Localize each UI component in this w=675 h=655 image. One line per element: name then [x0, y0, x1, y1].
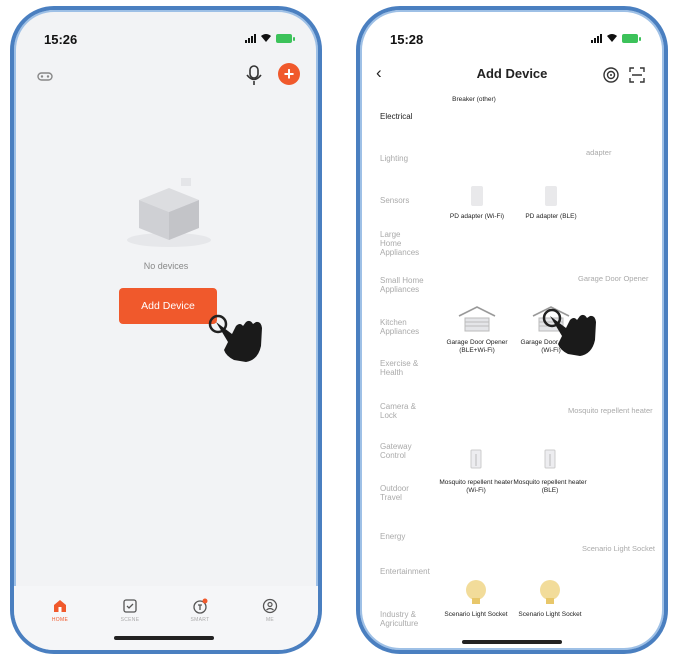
add-icon-button[interactable]: + — [278, 63, 300, 85]
empty-box-illustration — [127, 178, 211, 247]
category-item[interactable]: Small Home Appliances — [380, 276, 426, 294]
section-header-garage: Garage Door Opener — [578, 274, 649, 283]
status-bar-right: 15:28 — [360, 30, 664, 50]
device-item-scenario-1[interactable]: Scenario Light Socket — [438, 578, 514, 619]
category-item[interactable]: Gateway Control — [380, 442, 420, 460]
add-device-button[interactable]: Add Device — [119, 288, 217, 324]
auto-scan-icon[interactable] — [602, 66, 620, 84]
adapter-icon — [545, 186, 557, 206]
device-label: Scenario Light Socket — [444, 611, 508, 618]
category-item[interactable]: Camera & Lock — [380, 402, 420, 420]
phone-add-device-screen: 15:28 ‹ Add Device Electrical Lighting S… — [356, 6, 668, 654]
device-label: Mosquito repellent heater (BLE) — [513, 479, 587, 494]
device-item-garage-ble-wifi[interactable]: Garage Door Opener (BLE+Wi-Fi) — [442, 304, 512, 355]
wifi-icon — [261, 34, 271, 42]
section-header-adapter: adapter — [586, 148, 612, 157]
category-item[interactable]: Lighting — [380, 154, 440, 163]
light-socket-icon — [466, 580, 486, 604]
tab-me[interactable]: ME — [250, 598, 290, 623]
category-item[interactable]: Exercise & Health — [380, 359, 422, 377]
light-socket-icon — [540, 580, 560, 604]
device-label: Scenario Light Socket — [518, 611, 582, 618]
category-item[interactable]: Electrical — [380, 112, 440, 121]
category-item[interactable]: Large Home Appliances — [380, 230, 420, 257]
device-item-breaker[interactable]: Breaker (other) — [444, 96, 504, 104]
status-time-right: 15:28 — [390, 32, 424, 47]
device-label: Breaker (other) — [452, 96, 496, 103]
category-item[interactable]: Sensors — [380, 196, 440, 205]
mosquito-heater-icon — [544, 449, 556, 469]
bottom-tab-bar: HOME SCENE SMART ME — [14, 586, 318, 650]
home-indicator — [462, 640, 562, 644]
status-time: 15:26 — [44, 32, 78, 47]
tab-home-label: HOME — [51, 617, 69, 623]
scene-icon — [123, 599, 137, 613]
device-item-pd-wifi[interactable]: PD adapter (Wi-Fi) — [442, 184, 512, 221]
tab-scene[interactable]: SCENE — [110, 598, 150, 623]
device-label: PD adapter (BLE) — [525, 213, 577, 220]
smart-icon — [193, 598, 208, 614]
battery-icon — [622, 33, 641, 43]
device-item-pd-ble[interactable]: PD adapter (BLE) — [516, 184, 586, 221]
adapter-icon — [471, 186, 483, 206]
device-label: Mosquito repellent heater (Wi-Fi) — [439, 479, 513, 494]
wifi-icon — [607, 34, 617, 42]
phone-home-screen: 15:26 + No devices Add Device HOME SCENE… — [10, 6, 322, 654]
add-device-header: ‹ Add Device — [360, 62, 664, 90]
status-bar: 15:26 — [14, 30, 318, 50]
signal-icon — [591, 33, 602, 43]
home-indicator — [114, 636, 214, 640]
category-item[interactable]: Kitchen Appliances — [380, 318, 426, 336]
tab-smart-label: SMART — [190, 617, 210, 623]
device-label: Garage Door Opener (BLE+Wi-Fi) — [446, 339, 508, 354]
status-icons — [245, 33, 295, 43]
tab-me-label: ME — [265, 617, 275, 623]
battery-icon — [276, 33, 295, 43]
status-icons-right — [591, 33, 641, 43]
tab-smart[interactable]: SMART — [180, 598, 220, 623]
home-topbar: + — [14, 62, 318, 90]
category-item[interactable]: Industry & Agriculture — [380, 610, 426, 628]
qr-scan-icon[interactable] — [628, 66, 646, 84]
category-item[interactable]: Energy — [380, 532, 440, 541]
home-icon — [54, 600, 66, 612]
microphone-icon[interactable] — [244, 64, 264, 86]
tab-home[interactable]: HOME — [40, 598, 80, 623]
device-item-mosquito-wifi[interactable]: Mosquito repellent heater (Wi-Fi) — [438, 446, 514, 495]
device-label: PD adapter (Wi-Fi) — [449, 213, 505, 220]
signal-icon — [245, 33, 256, 43]
garage-door-icon — [458, 306, 496, 332]
home-menu-icon[interactable] — [36, 67, 54, 85]
mosquito-heater-icon — [470, 449, 482, 469]
empty-state-text: No devices — [143, 261, 189, 271]
category-item[interactable]: Entertainment — [380, 567, 430, 576]
section-header-scenario: Scenario Light Socket — [582, 544, 655, 553]
device-item-scenario-2[interactable]: Scenario Light Socket — [512, 578, 588, 619]
tap-hand-icon — [542, 308, 596, 356]
tap-hand-icon — [208, 314, 262, 362]
device-item-mosquito-ble[interactable]: Mosquito repellent heater (BLE) — [512, 446, 588, 495]
device-grid: Breaker (other) adapter PD adapter (Wi-F… — [438, 92, 664, 650]
profile-icon — [262, 598, 278, 614]
category-item[interactable]: Outdoor Travel — [380, 484, 420, 502]
section-header-mosquito: Mosquito repellent heater — [568, 406, 653, 415]
tab-scene-label: SCENE — [120, 617, 140, 623]
